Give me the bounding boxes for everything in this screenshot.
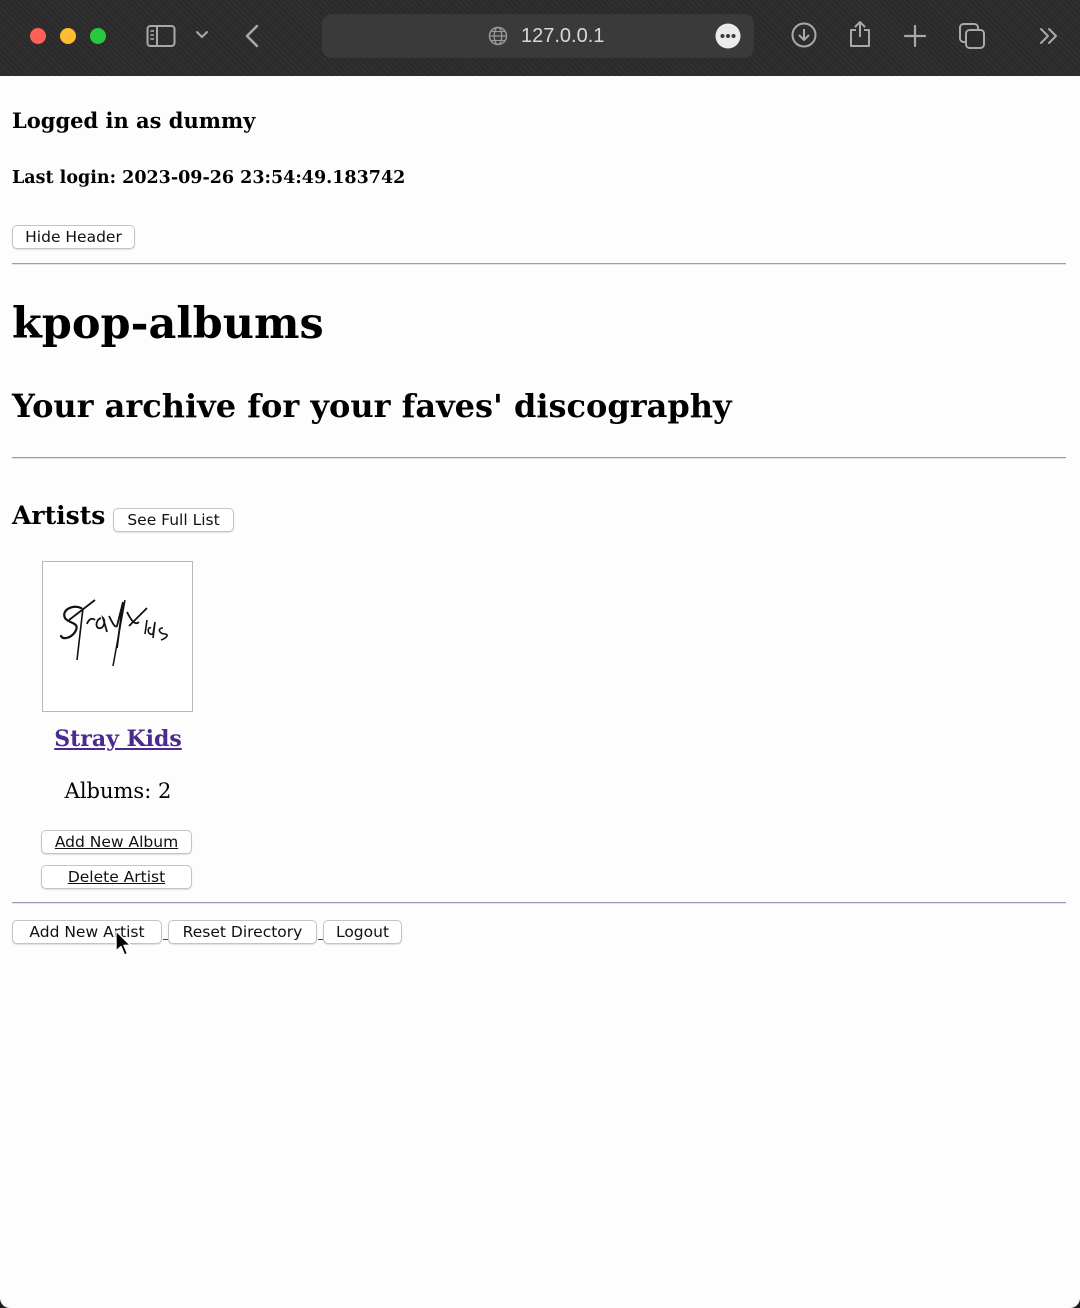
add-new-album-label: Add New Album	[54, 833, 179, 851]
logout-button[interactable]: Logout	[323, 920, 402, 944]
footer-divider	[12, 902, 1066, 904]
site-title: kpop-albums	[12, 299, 324, 349]
see-full-list-button[interactable]: See Full List	[113, 508, 234, 532]
add-new-album-button[interactable]: Add New Album	[41, 830, 192, 854]
reset-directory-button[interactable]: Reset Directory	[168, 920, 317, 944]
zoom-window-button[interactable]	[90, 28, 106, 44]
logged-in-text: Logged in as dummy	[12, 108, 256, 133]
logout-label: Logout	[335, 923, 390, 941]
site-tagline: Your archive for your faves' discography	[12, 387, 732, 425]
add-new-artist-button[interactable]: Add New Artist	[12, 920, 162, 944]
album-count-text: Albums: 2	[64, 779, 172, 803]
tab-overview-icon[interactable]	[958, 22, 986, 50]
header-divider	[12, 263, 1066, 265]
new-tab-icon[interactable]	[903, 24, 927, 48]
reset-directory-label: Reset Directory	[182, 923, 303, 941]
share-icon[interactable]	[848, 20, 872, 48]
close-window-button[interactable]	[30, 28, 46, 44]
chevron-down-icon[interactable]	[195, 30, 209, 40]
delete-artist-label: Delete Artist	[67, 868, 166, 886]
artists-heading: Artists	[12, 501, 106, 530]
globe-icon	[488, 26, 508, 50]
see-full-list-label: See Full List	[127, 511, 220, 529]
sidebar-icon[interactable]	[146, 24, 176, 48]
more-toolbar-icon[interactable]	[1038, 27, 1060, 45]
artist-name-link[interactable]: Stray Kids	[0, 726, 236, 752]
browser-window: 127.0.0.1 Logged in as dummy Last login:…	[0, 0, 1080, 1308]
more-options-icon[interactable]	[715, 23, 741, 53]
mouse-cursor-icon	[114, 930, 132, 962]
downloads-icon[interactable]	[791, 22, 817, 48]
stray-kids-logo	[59, 599, 168, 667]
hide-header-button[interactable]: Hide Header	[12, 225, 135, 249]
minimize-window-button[interactable]	[60, 28, 76, 44]
browser-toolbar: 127.0.0.1	[0, 0, 1080, 76]
last-login-text: Last login: 2023-09-26 23:54:49.183742	[12, 168, 406, 188]
back-icon[interactable]	[244, 24, 260, 48]
title-divider	[12, 457, 1066, 459]
url-text: 127.0.0.1	[521, 25, 605, 47]
delete-artist-button[interactable]: Delete Artist	[41, 865, 192, 889]
address-bar[interactable]: 127.0.0.1	[322, 14, 754, 58]
artist-logo-image[interactable]	[42, 561, 193, 712]
hide-header-label: Hide Header	[25, 228, 122, 246]
